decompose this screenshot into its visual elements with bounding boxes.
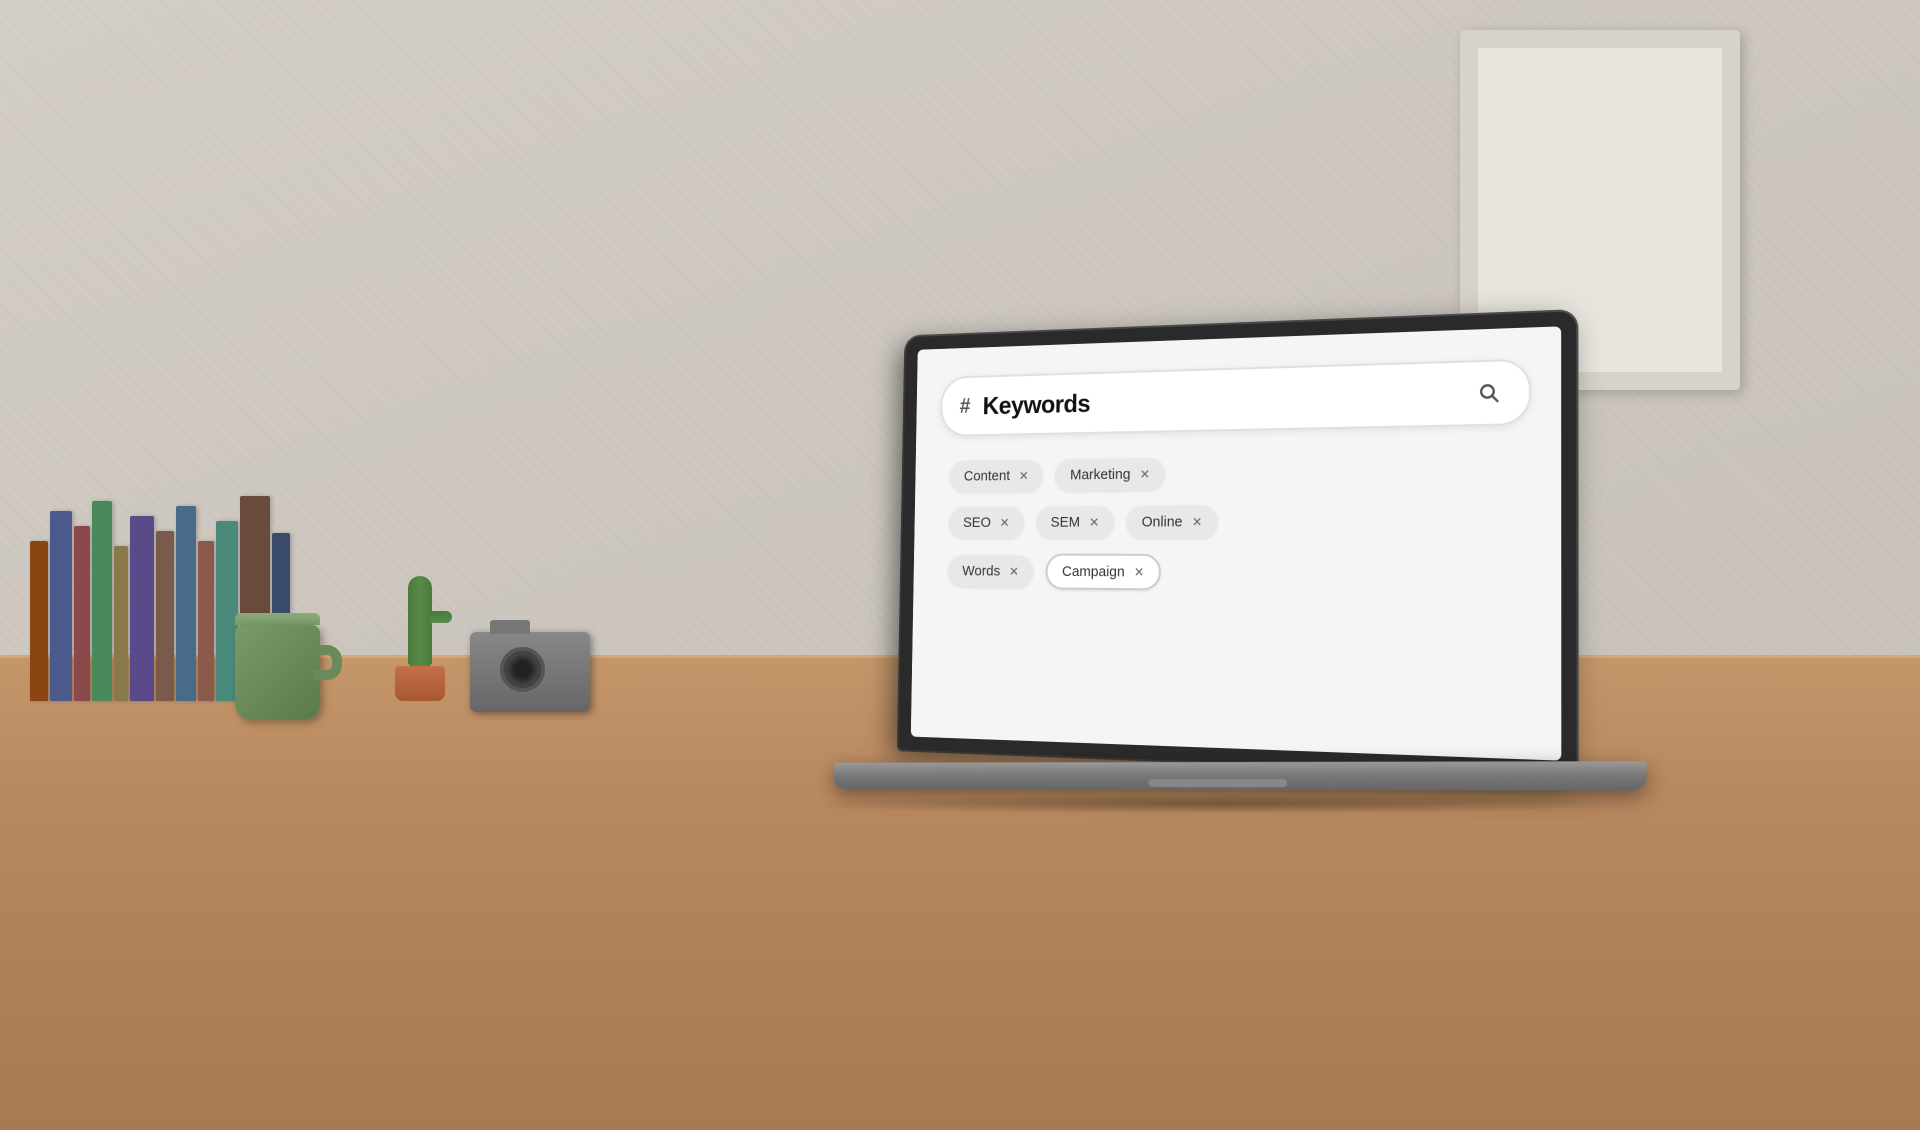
background-scene: # Keywords	[0, 0, 1920, 1130]
cactus-body	[408, 576, 432, 666]
tag-remove-icon[interactable]: ✕	[1000, 515, 1010, 530]
tag-sem[interactable]: SEM ✕	[1036, 506, 1114, 538]
tag-remove-icon[interactable]: ✕	[1019, 468, 1029, 483]
tag-campaign[interactable]: Campaign ✕	[1045, 553, 1161, 590]
tag-label: SEM	[1050, 514, 1080, 531]
tags-row-3: Words ✕ Campaign ✕	[948, 553, 1518, 593]
tag-remove-icon[interactable]: ✕	[1134, 564, 1144, 580]
book	[114, 546, 128, 701]
tag-marketing[interactable]: Marketing ✕	[1055, 457, 1165, 490]
tag-label: Marketing	[1070, 466, 1131, 483]
tag-words[interactable]: Words ✕	[948, 555, 1033, 587]
search-bar[interactable]: # Keywords	[940, 358, 1531, 436]
tag-remove-icon[interactable]: ✕	[1192, 514, 1203, 530]
tag-label: SEO	[963, 514, 991, 530]
laptop: # Keywords	[807, 322, 1657, 814]
cactus-arm	[430, 611, 452, 623]
search-icon[interactable]	[1470, 373, 1508, 411]
laptop-screen-wrapper: # Keywords	[867, 322, 1717, 762]
book	[50, 511, 72, 701]
search-input-display[interactable]: Keywords	[982, 377, 1459, 420]
tag-label: Online	[1142, 513, 1183, 530]
book	[176, 506, 196, 701]
cactus-pot	[395, 666, 445, 701]
cup-body	[235, 625, 320, 720]
book	[30, 541, 48, 701]
tags-area: Content ✕ Marketing ✕ SEO	[937, 443, 1531, 601]
coffee-cup	[235, 613, 330, 723]
camera	[470, 632, 590, 712]
tag-remove-icon[interactable]: ✕	[1089, 514, 1099, 530]
book	[198, 541, 214, 701]
tags-row-2: SEO ✕ SEM ✕ Online ✕	[949, 503, 1518, 538]
camera-top	[490, 620, 530, 634]
tag-seo[interactable]: SEO ✕	[949, 506, 1024, 538]
tag-label: Content	[964, 467, 1010, 484]
book	[156, 531, 174, 701]
book	[74, 526, 90, 701]
cup-handle	[314, 645, 342, 680]
tag-online[interactable]: Online ✕	[1127, 505, 1218, 538]
tags-row-1: Content ✕ Marketing ✕	[950, 452, 1519, 492]
tag-label: Campaign	[1062, 563, 1125, 580]
tag-remove-icon[interactable]: ✕	[1009, 563, 1019, 578]
book	[130, 516, 154, 701]
tag-remove-icon[interactable]: ✕	[1140, 466, 1150, 482]
book	[92, 501, 112, 701]
tag-content[interactable]: Content ✕	[950, 459, 1044, 491]
laptop-screen-content: # Keywords	[911, 326, 1562, 760]
camera-lens	[500, 647, 545, 692]
hash-symbol: #	[960, 393, 971, 418]
tag-label: Words	[962, 563, 1000, 579]
cup-rim	[235, 613, 320, 625]
laptop-base-wrapper	[807, 762, 1657, 790]
laptop-screen-bezel: # Keywords	[899, 311, 1577, 776]
laptop-shadow	[809, 794, 1625, 814]
laptop-base	[834, 761, 1647, 791]
cactus	[390, 576, 450, 701]
